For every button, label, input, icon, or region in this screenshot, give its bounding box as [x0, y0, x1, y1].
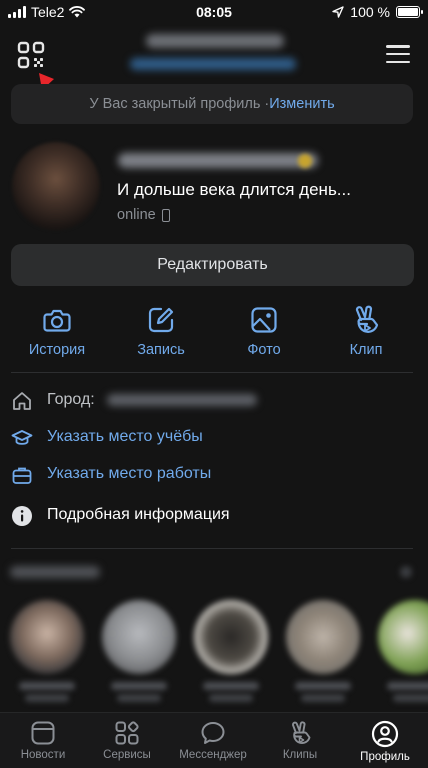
graduation-cap-icon	[11, 430, 33, 445]
profile-avatar[interactable]	[12, 142, 100, 230]
info-city: Город:	[0, 383, 428, 419]
messenger-icon	[201, 722, 225, 744]
services-icon	[115, 721, 139, 745]
menu-button[interactable]	[386, 42, 410, 66]
city-value-redacted	[107, 394, 257, 406]
action-post-label: Запись	[137, 342, 185, 358]
info-icon	[12, 506, 32, 526]
friends-header-redacted	[10, 566, 100, 578]
hamburger-menu-icon	[386, 45, 410, 48]
city-label: Город:	[47, 391, 95, 408]
quick-actions: История Запись Фото Клип	[0, 300, 428, 366]
friend-card[interactable]	[194, 600, 268, 702]
add-work-link[interactable]: Указать место работы	[47, 465, 211, 483]
online-label: online	[117, 207, 156, 223]
add-education-link[interactable]: Указать место учёбы	[47, 428, 203, 446]
action-story-label: История	[28, 342, 86, 358]
header-name-redacted	[146, 34, 284, 48]
tab-profile[interactable]: Профиль	[342, 713, 428, 768]
tab-news[interactable]: Новости	[0, 713, 86, 768]
details-row[interactable]: Подробная информация	[0, 498, 428, 534]
camera-icon	[43, 309, 71, 332]
tab-clips-label: Клипы	[282, 749, 318, 761]
briefcase-icon	[12, 467, 32, 484]
tab-messenger-label: Мессенджер	[179, 749, 247, 761]
header-subtitle-redacted	[130, 58, 296, 70]
clip-icon	[355, 305, 379, 333]
action-clip-label: Клип	[349, 342, 383, 358]
action-story[interactable]: История	[7, 300, 107, 366]
action-post[interactable]: Запись	[111, 300, 211, 366]
bottom-tab-bar: Новости Сервисы Мессенджер Клипы Профиль	[0, 712, 428, 768]
friend-card[interactable]	[10, 600, 84, 702]
news-icon	[31, 721, 55, 745]
add-work-row[interactable]: Указать место работы	[0, 457, 428, 493]
edit-icon	[148, 307, 174, 333]
tab-services[interactable]: Сервисы	[84, 713, 170, 768]
online-status: online	[117, 207, 170, 223]
change-privacy-link[interactable]: Изменить	[269, 96, 334, 112]
edit-profile-button[interactable]: Редактировать	[11, 244, 414, 286]
private-profile-text: У Вас закрытый профиль ·	[89, 96, 270, 112]
friends-chevron-redacted	[400, 566, 412, 578]
divider	[11, 548, 413, 549]
private-profile-banner: У Вас закрытый профиль · Изменить	[11, 84, 413, 124]
friend-card[interactable]	[378, 600, 428, 702]
tab-messenger[interactable]: Мессенджер	[170, 713, 256, 768]
friend-card[interactable]	[102, 600, 176, 702]
action-photo[interactable]: Фото	[214, 300, 314, 366]
tab-profile-label: Профиль	[360, 751, 410, 763]
profile-name-redacted	[118, 153, 318, 168]
qr-code-icon	[17, 41, 45, 69]
mobile-phone-icon	[161, 208, 170, 222]
location-arrow-icon	[332, 6, 344, 18]
battery-percent: 100 %	[350, 4, 390, 20]
friend-card[interactable]	[286, 600, 360, 702]
name-emoji-redacted	[298, 154, 312, 168]
tab-news-label: Новости	[20, 749, 66, 761]
action-photo-label: Фото	[247, 342, 281, 358]
action-clip[interactable]: Клип	[316, 300, 416, 366]
tab-clips[interactable]: Клипы	[257, 713, 343, 768]
status-bar: Tele2 08:05 100 %	[0, 0, 428, 26]
profile-icon	[371, 720, 399, 748]
status-right: 100 %	[332, 4, 423, 20]
home-icon	[13, 392, 31, 410]
profile-status[interactable]: И дольше века длится день...	[117, 180, 351, 200]
battery-icon	[396, 6, 423, 18]
add-education-row[interactable]: Указать место учёбы	[0, 420, 428, 456]
divider	[11, 372, 413, 373]
clips-icon	[292, 721, 311, 744]
qr-code-button[interactable]	[14, 38, 48, 72]
image-icon	[251, 307, 277, 333]
tab-services-label: Сервисы	[103, 749, 151, 761]
details-link[interactable]: Подробная информация	[47, 506, 230, 524]
